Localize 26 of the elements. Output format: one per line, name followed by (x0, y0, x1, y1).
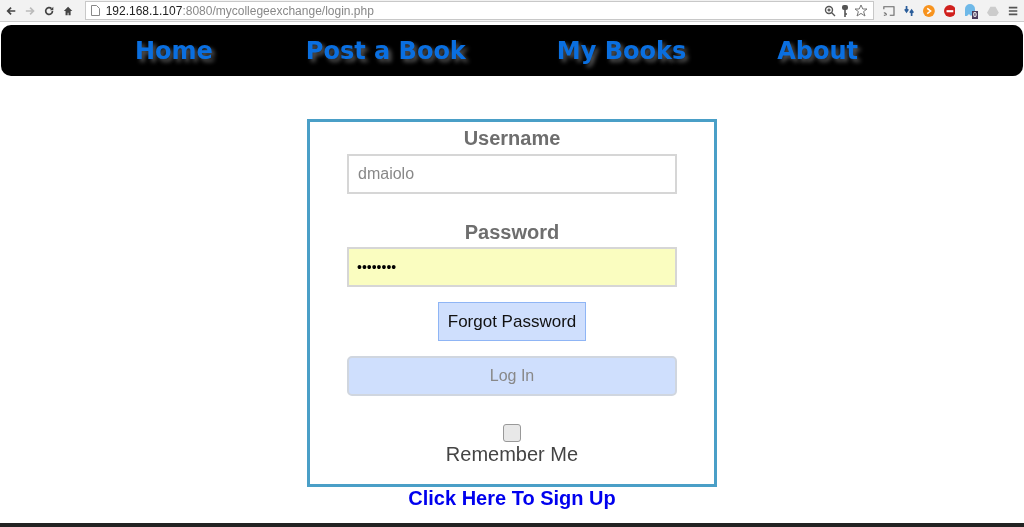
home-icon[interactable] (63, 4, 74, 17)
address-bar[interactable]: 192.168.1.107:8080/mycollegeexchange/login.php (84, 1, 874, 20)
zoom-icon[interactable] (823, 4, 836, 17)
nav-link[interactable]: About (777, 32, 859, 69)
username-label: Username (463, 126, 561, 150)
forgot-password-button[interactable]: Forgot Password (437, 302, 587, 341)
menu-icon[interactable] (1007, 4, 1018, 17)
password-label: Password (464, 220, 560, 244)
remember-checkbox[interactable] (503, 424, 521, 442)
back-icon[interactable] (6, 4, 17, 17)
arrows-icon[interactable] (903, 4, 914, 17)
page-icon (90, 5, 100, 16)
nav-link[interactable]: Post a Book (305, 32, 466, 69)
login-button[interactable]: Log In (347, 356, 677, 396)
cast-icon[interactable] (882, 4, 895, 17)
nav-link[interactable]: Home (135, 32, 213, 69)
password-field[interactable]: •••••••• (347, 247, 677, 287)
key-icon[interactable] (840, 4, 849, 17)
star-icon[interactable] (853, 3, 868, 18)
reload-icon[interactable] (44, 4, 55, 17)
sign-up-link[interactable]: Click Here To Sign Up (408, 486, 616, 510)
stop-sign-icon[interactable] (943, 3, 956, 18)
url-text: 192.168.1.107:8080/mycollegeexchange/login.php (105, 2, 374, 20)
remember-me-label: Remember Me (445, 442, 579, 466)
username-field[interactable]: dmaiolo (347, 154, 677, 194)
nav-link[interactable]: My Books (556, 32, 687, 69)
